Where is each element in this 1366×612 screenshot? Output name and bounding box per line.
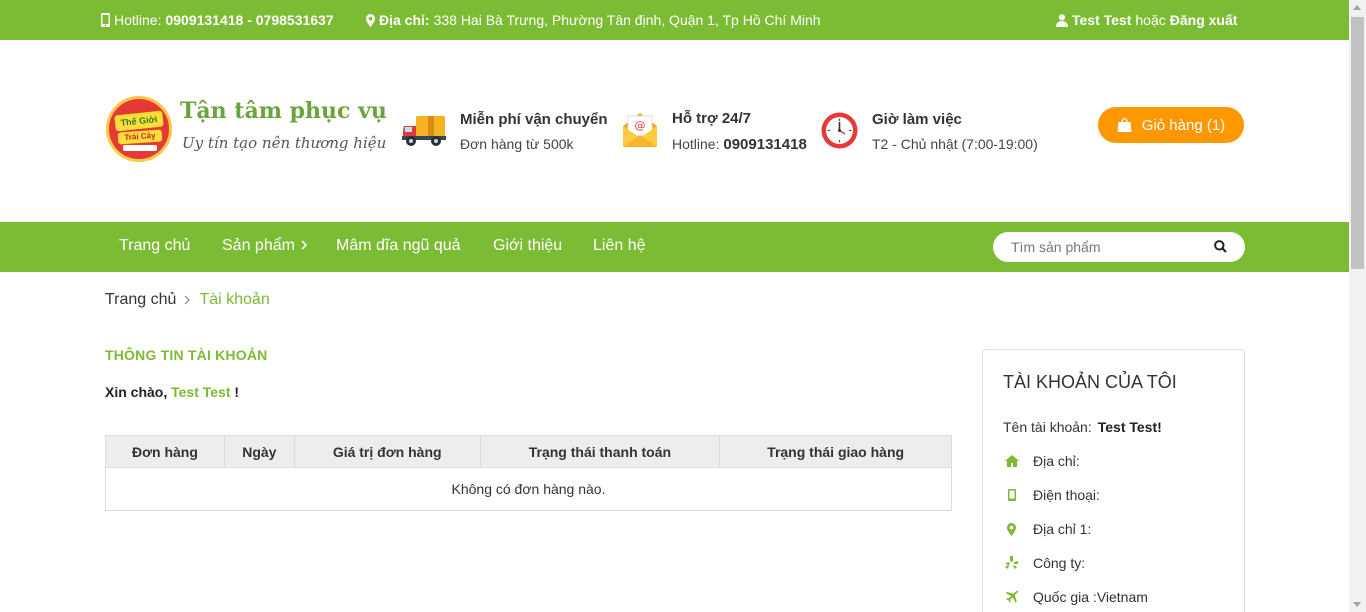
col-shipping-status: Trạng thái giao hàng <box>719 435 952 468</box>
account-name-label: Tên tài khoản: <box>1003 419 1092 435</box>
map-marker-icon <box>366 13 375 27</box>
address1-row-label: Địa chỉ 1: <box>1033 521 1092 537</box>
hotline-label: Hotline: <box>114 12 162 28</box>
my-account-panel: TÀI KHOẢN CỦA TÔI Tên tài khoản: Test Te… <box>982 349 1245 612</box>
top-bar: Hotline: 0909131418 - 0798531637 Địa chỉ… <box>0 0 1349 40</box>
address-value: 338 Hai Bà Trưng, Phường Tân định, Quận … <box>433 12 821 28</box>
feature-hours-title: Giờ làm việc <box>872 111 962 128</box>
orders-table: Đơn hàng Ngày Giá trị đơn hàng Trạng thá… <box>105 435 952 511</box>
address-row: Địa chỉ: <box>1003 453 1080 469</box>
greeting: Xin chào, Test Test ! <box>105 384 239 400</box>
user-name-link[interactable]: Test Test <box>1072 12 1131 28</box>
logout-link[interactable]: Đăng xuất <box>1170 12 1238 28</box>
logo-text-line2: Trái Cây <box>117 129 163 145</box>
address-label: Địa chỉ: <box>379 12 430 28</box>
search-box <box>993 232 1245 262</box>
chevron-right-icon <box>185 295 191 305</box>
nav-item-about[interactable]: Giới thiệu <box>493 237 562 255</box>
page-scrollbar[interactable] <box>1349 0 1366 612</box>
plane-icon <box>1005 590 1019 603</box>
feature-support-title: Hỗ trợ 24/7 <box>672 110 752 127</box>
breadcrumb-home[interactable]: Trang chủ <box>105 291 176 309</box>
scrollbar-thumb[interactable] <box>1351 17 1364 269</box>
breadcrumb-current: Tài khoản <box>199 291 270 308</box>
or-text: hoặc <box>1135 12 1166 28</box>
country-row-label: Quốc gia :Vietnam <box>1033 589 1148 605</box>
logo-text-line1: Thế Giới <box>114 110 164 132</box>
feature-hours-sub: T2 - Chủ nhật (7:00-19:00) <box>872 136 1038 152</box>
col-payment-status: Trạng thái thanh toán <box>479 435 721 468</box>
table-row: Không có đơn hàng nào. <box>105 467 952 511</box>
greeting-suffix: ! <box>234 384 240 400</box>
orders-table-header: Đơn hàng Ngày Giá trị đơn hàng Trạng thá… <box>105 435 952 468</box>
nav-item-products[interactable]: Sản phẩm <box>222 237 308 255</box>
logo-decoration <box>123 145 157 151</box>
main-nav: Trang chủ Sản phẩm Mâm dĩa ngũ quả Giới … <box>0 222 1349 272</box>
hotline-value[interactable]: 0909131418 - 0798531637 <box>165 12 333 28</box>
support-hotline-value[interactable]: 0909131418 <box>723 136 806 153</box>
cart-button[interactable]: Giỏ hàng (1) <box>1098 107 1244 143</box>
mobile-icon <box>1008 489 1016 501</box>
feature-shipping-sub: Đơn hàng từ 500k <box>460 136 574 152</box>
account-name-value: Test Test! <box>1097 419 1162 435</box>
email-envelope-icon: @ <box>623 113 657 147</box>
feature-support-sub: Hotline: 0909131418 <box>672 136 807 153</box>
store-logo[interactable]: Thế Giới Trái Cây <box>106 96 172 162</box>
col-order-value: Giá trị đơn hàng <box>293 435 481 468</box>
home-icon <box>1005 455 1019 467</box>
company-row: Công ty: <box>1003 555 1085 571</box>
clock-icon <box>821 112 858 149</box>
svg-text:@: @ <box>635 119 646 132</box>
col-date: Ngày <box>223 435 295 468</box>
nav-item-fruit-trays[interactable]: Mâm dĩa ngũ quả <box>336 237 461 255</box>
company-row-label: Công ty: <box>1033 555 1086 571</box>
greeting-prefix: Xin chào, <box>105 384 168 400</box>
store-address: Địa chỉ: 338 Hai Bà Trưng, Phường Tân đị… <box>366 12 821 28</box>
col-order: Đơn hàng <box>105 435 225 468</box>
nav-item-home[interactable]: Trang chủ <box>119 237 190 255</box>
address-row-label: Địa chỉ: <box>1033 453 1080 469</box>
phone-row: Điện thoại: <box>1003 487 1100 503</box>
chevron-right-icon <box>301 240 308 250</box>
map-marker-icon <box>1007 522 1016 536</box>
address1-row: Địa chỉ 1: <box>1003 521 1091 537</box>
feature-shipping-title: Miễn phí vận chuyển <box>460 111 608 128</box>
breadcrumb: Trang chủ Tài khoản <box>105 291 270 309</box>
search-input[interactable] <box>1011 237 1201 257</box>
account-name-row: Tên tài khoản: Test Test! <box>1003 419 1162 435</box>
mobile-icon <box>101 13 110 27</box>
phone-row-label: Điện thoại: <box>1033 487 1100 503</box>
nav-item-contact[interactable]: Liên hệ <box>593 237 646 255</box>
country-row: Quốc gia :Vietnam <box>1003 589 1148 605</box>
panel-title: TÀI KHOẢN CỦA TÔI <box>1003 372 1177 392</box>
greeting-name: Test Test <box>171 384 231 400</box>
delivery-truck-icon <box>402 116 446 146</box>
header: Thế Giới Trái Cây Tận tâm phục vụ Uy tín… <box>0 40 1349 222</box>
slogan-subtitle: Uy tín tạo nên thương hiệu <box>182 134 387 152</box>
yelp-icon <box>1005 556 1018 569</box>
shopping-bag-icon <box>1117 118 1132 132</box>
user-links: Test Test hoặc Đăng xuất <box>1056 12 1237 28</box>
slogan-title: Tận tâm phục vụ <box>180 98 387 124</box>
user-icon <box>1056 13 1068 27</box>
cart-label: Giỏ hàng (1) <box>1141 116 1226 134</box>
account-heading: THÔNG TIN TÀI KHOẢN <box>105 347 268 363</box>
empty-orders-message: Không có đơn hàng nào. <box>105 467 952 511</box>
search-icon[interactable] <box>1214 240 1227 253</box>
hotline: Hotline: 0909131418 - 0798531637 <box>101 12 334 28</box>
scroll-down-arrow-icon[interactable] <box>1353 602 1361 607</box>
support-hotline-label: Hotline: <box>672 136 720 152</box>
nav-item-products-label: Sản phẩm <box>222 237 295 254</box>
scroll-up-arrow-icon[interactable] <box>1353 5 1361 10</box>
